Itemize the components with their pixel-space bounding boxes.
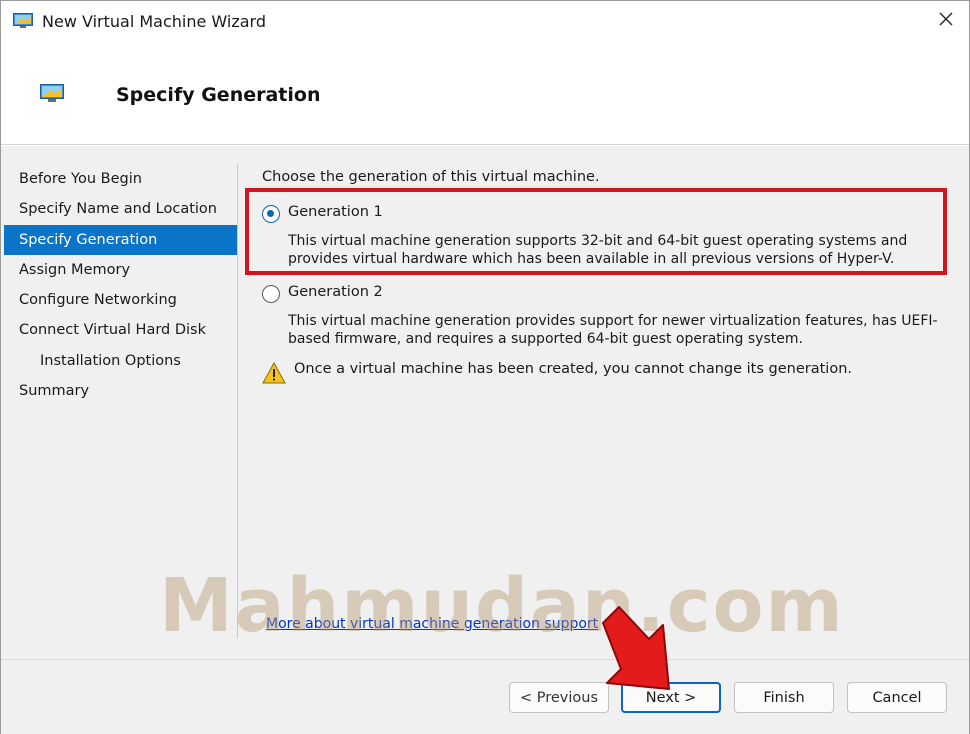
generation-2-radio[interactable] [262,285,280,303]
annotation-arrow-icon [597,603,687,703]
finish-button[interactable]: Finish [734,682,834,713]
page-title: Specify Generation [116,84,321,106]
window-title: New Virtual Machine Wizard [42,12,266,31]
warning-text: Once a virtual machine has been created,… [294,361,852,377]
step-installation-options[interactable]: Installation Options [4,346,238,376]
step-specify-name-location[interactable]: Specify Name and Location [4,194,238,224]
wizard-window: New Virtual Machine Wizard Specify Gener… [0,0,970,734]
vm-monitor-icon [13,13,33,29]
cancel-button[interactable]: Cancel [847,682,947,713]
title-bar: New Virtual Machine Wizard [1,1,969,43]
wizard-footer: < Previous Next > Finish Cancel [1,659,969,734]
wizard-steps-nav: Before You Begin Specify Name and Locati… [4,164,238,406]
intro-text: Choose the generation of this virtual ma… [262,169,600,185]
generation-2-description: This virtual machine generation provides… [288,313,938,347]
wizard-header: Specify Generation [1,43,969,145]
generation-2-label[interactable]: Generation 2 [288,284,383,300]
step-before-you-begin[interactable]: Before You Begin [4,164,238,194]
warning-icon [262,361,286,384]
close-button[interactable] [929,5,963,37]
step-specify-generation[interactable]: Specify Generation [4,224,238,255]
step-assign-memory[interactable]: Assign Memory [4,255,238,285]
step-summary[interactable]: Summary [4,376,238,406]
previous-button[interactable]: < Previous [509,682,609,713]
vm-monitor-icon [40,84,64,104]
watermark: Mahmudan.com [159,563,845,649]
highlight-annotation-box [245,188,947,275]
step-connect-virtual-hard-disk[interactable]: Connect Virtual Hard Disk [4,315,238,345]
step-configure-networking[interactable]: Configure Networking [4,285,238,315]
close-icon [938,11,954,31]
